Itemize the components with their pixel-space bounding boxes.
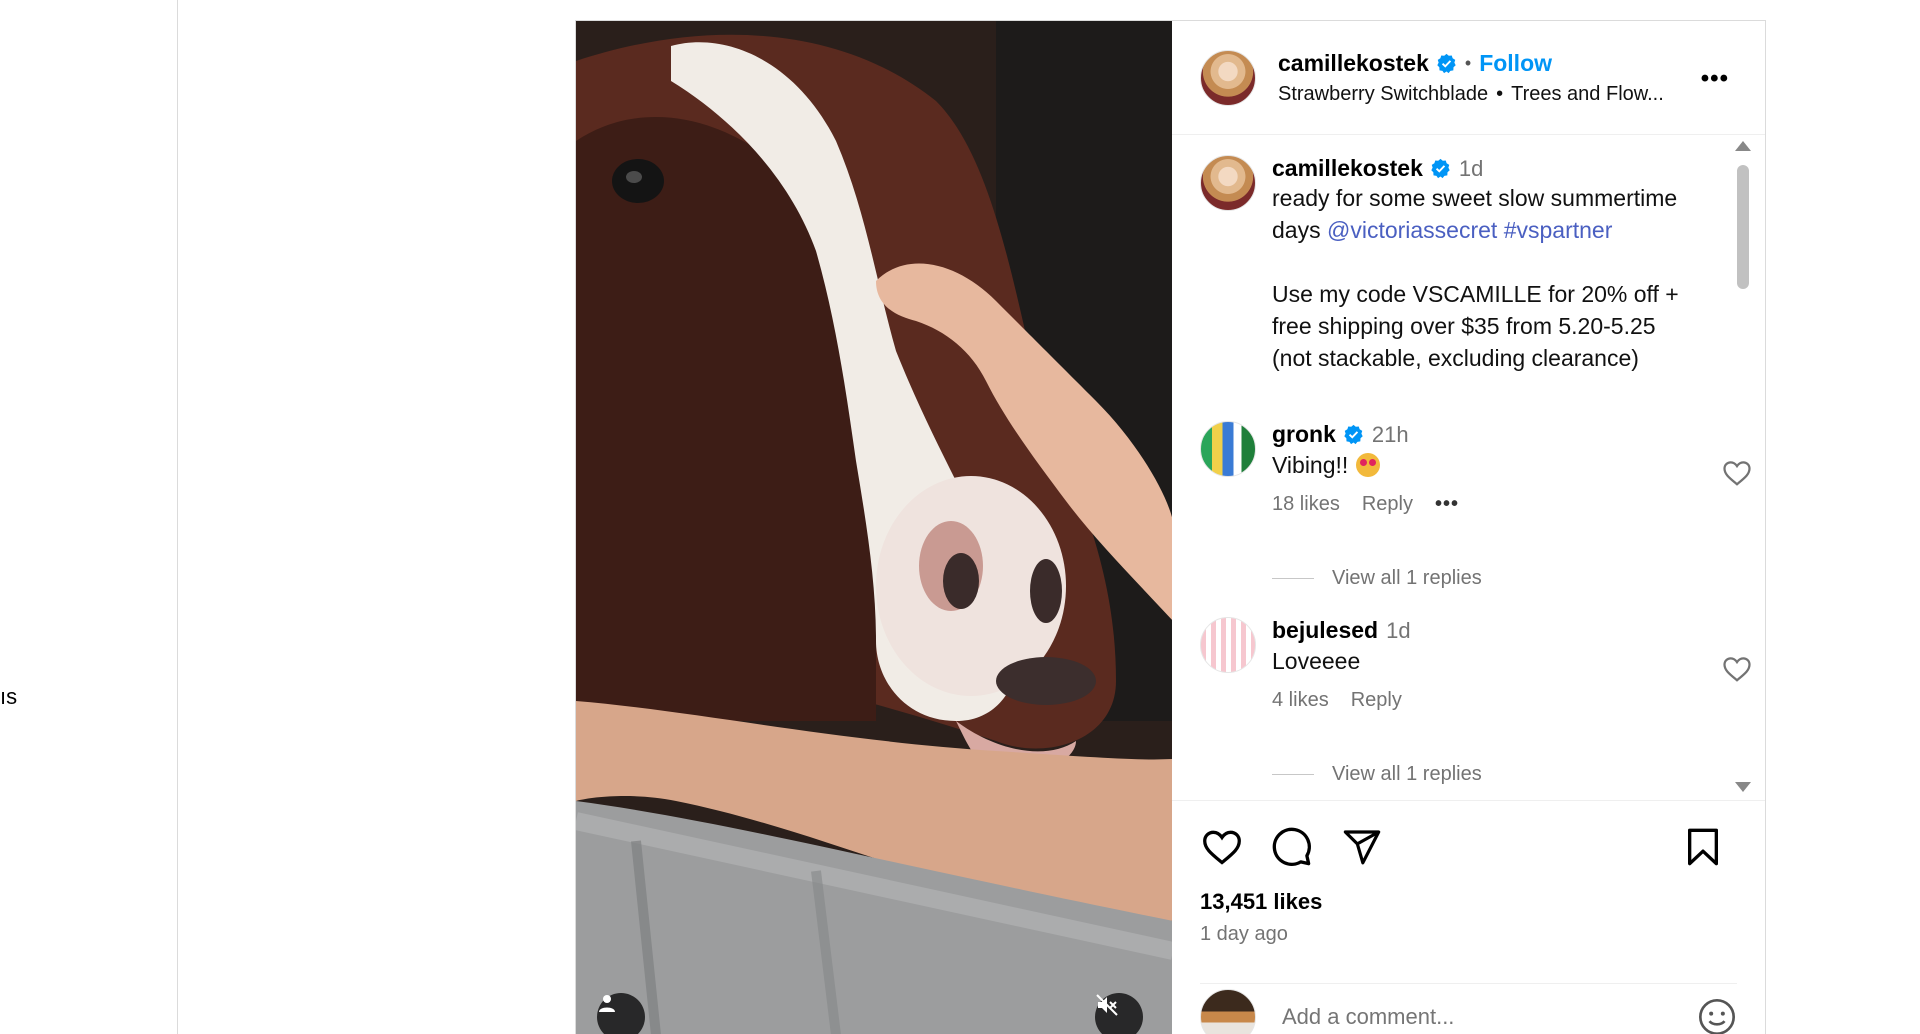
comment-button[interactable] [1270, 825, 1314, 869]
share-button[interactable] [1340, 825, 1384, 869]
user-tag-icon [599, 995, 615, 1012]
caption-promo-text: Use my code VSCAMILLE for 20% off + free… [1272, 281, 1679, 371]
view-replies-label[interactable]: View all 1 replies [1332, 763, 1482, 786]
post-header-title-row: camillekostek • Follow [1278, 50, 1664, 77]
muted-speaker-icon [1096, 994, 1118, 1016]
verified-badge-icon [1437, 53, 1456, 73]
comment-reply-button[interactable]: Reply [1351, 689, 1402, 712]
audio-artist-name[interactable]: Trees and Flow... [1511, 83, 1664, 105]
author-avatar[interactable] [1200, 49, 1256, 106]
current-user-avatar [1200, 989, 1256, 1034]
add-comment-bar [1200, 983, 1737, 1034]
scroll-up-arrow-icon[interactable] [1735, 141, 1751, 151]
audio-separator: • [1496, 82, 1504, 105]
comment-options-button[interactable]: ••• [1435, 493, 1459, 516]
view-replies-button[interactable]: View all 1 replies [1272, 763, 1482, 786]
action-icons-row [1200, 825, 1410, 869]
emoji-picker-icon[interactable] [1697, 997, 1737, 1034]
caption-body: camillekostek 1d ready for some sweet sl… [1272, 155, 1700, 374]
post-options-button[interactable]: ••• [1701, 65, 1729, 93]
post-card: camillekostek • Follow Strawberry Switch… [575, 20, 1766, 1034]
post-header-text: camillekostek • Follow Strawberry Switch… [1278, 50, 1664, 106]
commenter-avatar[interactable] [1200, 617, 1256, 673]
replies-divider-line [1272, 774, 1314, 775]
view-replies-button[interactable]: View all 1 replies [1272, 567, 1482, 590]
add-comment-input[interactable] [1280, 1003, 1697, 1031]
verified-badge-icon [1431, 158, 1450, 179]
caption-author-avatar[interactable] [1200, 155, 1256, 211]
comment-like-heart-icon[interactable] [1722, 655, 1752, 683]
post-timestamp[interactable]: 1 day ago [1200, 923, 1288, 946]
user-tag-button[interactable] [597, 993, 645, 1034]
audio-track-name[interactable]: Strawberry Switchblade [1278, 83, 1488, 105]
author-username[interactable]: camillekostek [1278, 50, 1429, 77]
comment-icon [1272, 827, 1311, 866]
bookmark-icon[interactable] [1685, 827, 1721, 867]
comment-header: gronk 21h [1272, 421, 1700, 448]
comment-text-content: Vibing!! [1272, 452, 1349, 478]
comment-text: Vibing!! [1272, 452, 1700, 479]
post-likes-count[interactable]: 13,451 likes [1200, 889, 1322, 915]
comment-item: bejulesed 1d Loveeee 4 likes Reply [1200, 617, 1751, 712]
caption-username[interactable]: camillekostek [1272, 155, 1423, 182]
instagram-post-page: ıs camillekostek • Follow Strawberry Swi… [0, 0, 1920, 1034]
commenter-username[interactable]: bejulesed [1272, 617, 1378, 644]
heart-eyes-emoji-icon [1356, 453, 1381, 477]
scroll-down-arrow-icon[interactable] [1735, 782, 1751, 792]
nav-item-label-partial[interactable]: ıs [0, 684, 17, 710]
comment-body: gronk 21h Vibing!! 18 likes Reply ••• [1272, 421, 1751, 516]
scrollbar-thumb[interactable] [1737, 165, 1749, 289]
post-video[interactable] [576, 21, 1172, 1034]
comment-reply-button[interactable]: Reply [1362, 493, 1413, 516]
comment-header: bejulesed 1d [1272, 617, 1700, 644]
comment-item: gronk 21h Vibing!! 18 likes Reply ••• [1200, 421, 1751, 516]
comment-text: Loveeee [1272, 648, 1361, 674]
comment-likes-count[interactable]: 18 likes [1272, 493, 1340, 516]
like-button[interactable] [1200, 825, 1244, 869]
post-header: camillekostek • Follow Strawberry Switch… [1172, 21, 1765, 135]
mute-toggle-button[interactable] [1095, 993, 1143, 1034]
view-replies-label[interactable]: View all 1 replies [1332, 567, 1482, 590]
comments-panel[interactable]: camillekostek 1d ready for some sweet sl… [1172, 135, 1765, 801]
replies-divider-line [1272, 578, 1314, 579]
caption-timestamp[interactable]: 1d [1459, 156, 1483, 182]
comment-like-heart-icon[interactable] [1722, 459, 1752, 487]
comment-meta: 18 likes Reply ••• [1272, 493, 1700, 516]
video-frame-illustration [576, 21, 1172, 1034]
comment-body: bejulesed 1d Loveeee 4 likes Reply [1272, 617, 1751, 712]
mention-link[interactable]: @victoriassecret [1327, 217, 1497, 243]
comment-timestamp[interactable]: 21h [1372, 422, 1409, 448]
post-actions: 13,451 likes 1 day ago [1172, 801, 1765, 1034]
left-navigation: ıs [0, 0, 178, 1034]
commenter-username[interactable]: gronk [1272, 421, 1336, 448]
share-icon [1343, 830, 1381, 865]
caption-text: ready for some sweet slow summertime day… [1272, 182, 1700, 374]
verified-badge-icon [1344, 424, 1363, 445]
hashtag-link[interactable]: #vspartner [1504, 217, 1613, 243]
comment-likes-count[interactable]: 4 likes [1272, 689, 1329, 712]
heart-icon [1203, 830, 1241, 865]
audio-attribution[interactable]: Strawberry Switchblade • Trees and Flow... [1278, 83, 1664, 106]
commenter-avatar[interactable] [1200, 421, 1256, 477]
follow-button[interactable]: Follow [1479, 50, 1552, 77]
comment-meta: 4 likes Reply [1272, 689, 1700, 712]
header-dot-separator: • [1464, 52, 1472, 73]
comment-timestamp[interactable]: 1d [1386, 618, 1410, 644]
caption-entry: camillekostek 1d ready for some sweet sl… [1200, 155, 1700, 374]
caption-header: camillekostek 1d [1272, 155, 1700, 182]
post-side-panel: camillekostek • Follow Strawberry Switch… [1172, 21, 1765, 1034]
